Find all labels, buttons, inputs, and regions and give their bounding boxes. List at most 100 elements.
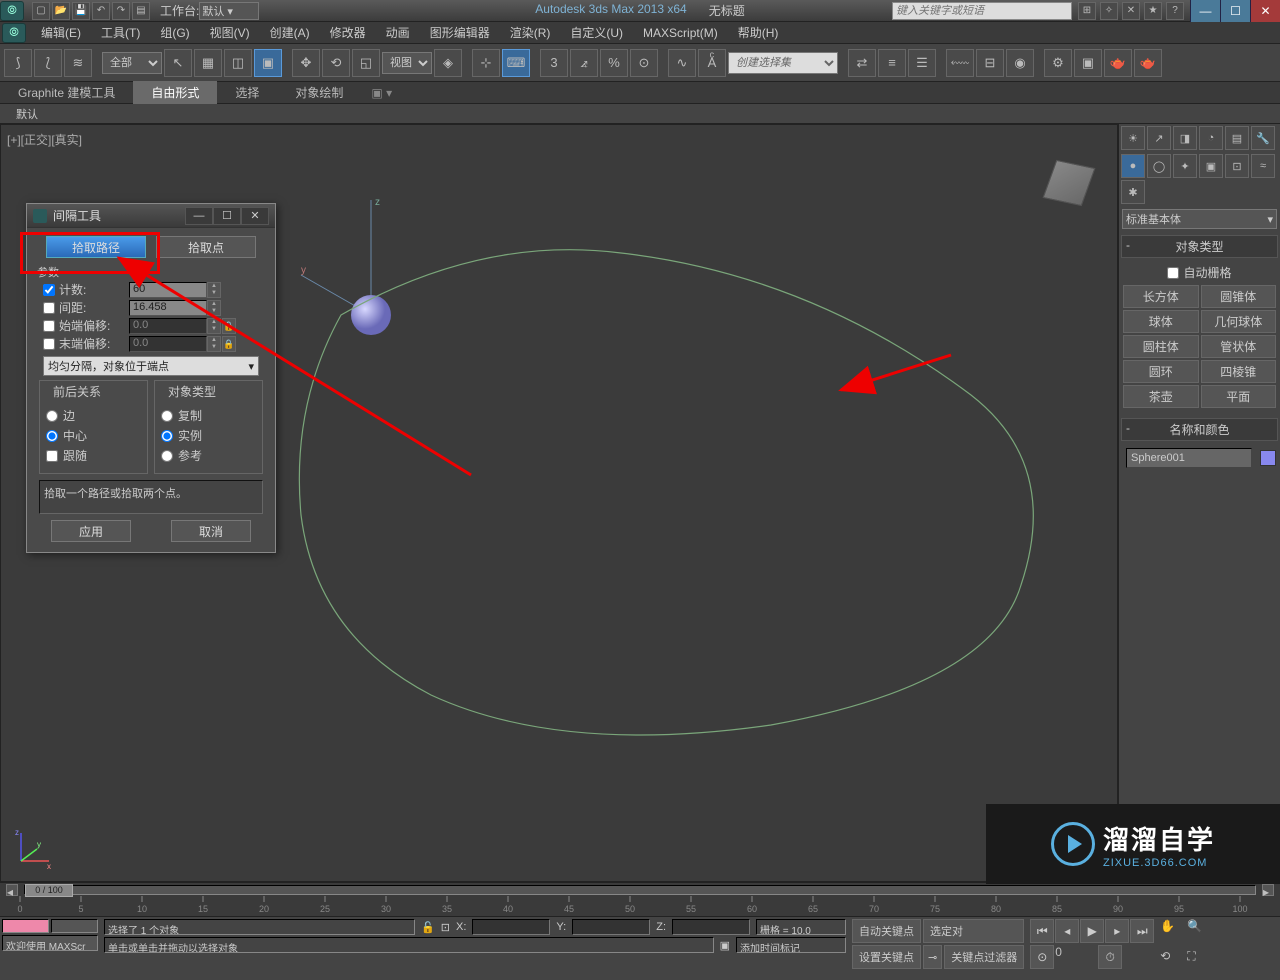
prim-cone[interactable]: 圆锥体 [1201, 285, 1277, 308]
prim-cylinder[interactable]: 圆柱体 [1123, 335, 1199, 358]
render-icon[interactable]: 🫖 [1104, 49, 1132, 77]
spacing-spinner[interactable]: ▲▼ [207, 300, 221, 316]
count-input[interactable]: 60 [129, 282, 207, 298]
apply-button[interactable]: 应用 [51, 520, 131, 542]
material-icon[interactable]: ◉ [1006, 49, 1034, 77]
lock-icon[interactable]: 🔓 [421, 921, 435, 934]
prim-sphere[interactable]: 球体 [1123, 310, 1199, 333]
rotate-icon[interactable]: ⟲ [322, 49, 350, 77]
percent-snap-icon[interactable]: % [600, 49, 628, 77]
bind-icon[interactable]: ≋ [64, 49, 92, 77]
app-menu-icon[interactable]: ⦾ [2, 23, 26, 43]
pivot-icon[interactable]: ◈ [434, 49, 462, 77]
menu-customize[interactable]: 自定义(U) [561, 22, 632, 43]
menu-tools[interactable]: 工具(T) [92, 22, 149, 43]
startoffset-checkbox[interactable] [43, 320, 55, 332]
object-name-input[interactable]: Sphere001 [1126, 448, 1252, 468]
objtype-copy-radio[interactable] [161, 410, 173, 422]
menu-help[interactable]: 帮助(H) [729, 22, 788, 43]
snap-icon[interactable]: 3 [540, 49, 568, 77]
autogrid-checkbox[interactable] [1167, 267, 1179, 279]
pick-path-button[interactable]: 拾取路径 [46, 236, 146, 258]
menu-create[interactable]: 创建(A) [261, 22, 319, 43]
render-setup-icon[interactable]: ⚙ [1044, 49, 1072, 77]
render-prod-icon[interactable]: 🫖 [1134, 49, 1162, 77]
current-frame-input[interactable]: 0 [1055, 945, 1097, 969]
infocenter-icon[interactable]: ⊞ [1078, 2, 1096, 20]
key-mode-icon[interactable]: ⊙ [1030, 945, 1054, 969]
timetag-text[interactable]: 添加时间标记 [736, 937, 846, 953]
angle-snap-icon[interactable]: ⦨ [570, 49, 598, 77]
qat-new-icon[interactable]: ▢ [32, 2, 50, 20]
sub-helpers-icon[interactable]: ⊡ [1225, 154, 1249, 178]
ribbon-tab-objectpaint[interactable]: 对象绘制 [277, 81, 361, 104]
script-mini-2[interactable] [51, 919, 98, 933]
menu-maxscript[interactable]: MAXScript(M) [634, 24, 727, 42]
prim-tube[interactable]: 管状体 [1201, 335, 1277, 358]
ribbon-tab-freeform[interactable]: 自由形式 [133, 81, 217, 104]
timeline-next-icon[interactable]: ▸ [1262, 884, 1274, 896]
refcoord-combo[interactable]: 视图 [382, 52, 432, 74]
qat-project-icon[interactable]: ▤ [132, 2, 150, 20]
menu-edit[interactable]: 编辑(E) [32, 22, 90, 43]
unlink-icon[interactable]: ⟅ [34, 49, 62, 77]
selected-filter[interactable]: 选定对 [923, 919, 1024, 943]
link-icon[interactable]: ⟆ [4, 49, 32, 77]
coord-z[interactable] [672, 919, 750, 935]
menu-animation[interactable]: 动画 [377, 22, 419, 43]
timetag-icon[interactable]: ▣ [720, 939, 730, 952]
close-button[interactable]: ✕ [1250, 0, 1280, 22]
favorites-icon[interactable]: ★ [1144, 2, 1162, 20]
exchange-icon[interactable]: ✕ [1122, 2, 1140, 20]
workspace-combo[interactable]: 默认 ▾ [199, 2, 259, 20]
menu-rendering[interactable]: 渲染(R) [501, 22, 560, 43]
menu-grapheditors[interactable]: 图形编辑器 [421, 22, 499, 43]
endoffset-spinner[interactable]: ▲▼ [207, 336, 221, 352]
pick-points-button[interactable]: 拾取点 [156, 236, 256, 258]
time-ruler[interactable]: 0510152025303540455055606570758085909510… [0, 896, 1280, 916]
autokey-button[interactable]: 自动关键点 [852, 919, 921, 943]
coord-y[interactable] [572, 919, 650, 935]
prev-frame-icon[interactable]: ◂ [1055, 919, 1079, 943]
dialog-maximize-button[interactable]: ☐ [213, 207, 241, 225]
named-selection-combo[interactable]: 创建选择集 [728, 52, 838, 74]
mirror-icon[interactable]: ⇄ [848, 49, 876, 77]
ribbon-tab-graphite[interactable]: Graphite 建模工具 [0, 81, 133, 104]
ribbon-tab-selection[interactable]: 选择 [217, 81, 277, 104]
qat-redo-icon[interactable]: ↷ [112, 2, 130, 20]
tab-motion-icon[interactable]: ◔ [1199, 126, 1223, 150]
search-input[interactable] [892, 2, 1072, 20]
app-icon[interactable]: ⦾ [0, 1, 24, 21]
keyfilter-button[interactable]: 关键点过滤器 [944, 945, 1024, 969]
dialog-titlebar[interactable]: 间隔工具 — ☐ ✕ [27, 204, 275, 228]
sub-cameras-icon[interactable]: ▣ [1199, 154, 1223, 178]
tab-utilities-icon[interactable]: 🔧 [1251, 126, 1275, 150]
nav-pan-icon[interactable]: ✋ [1160, 919, 1186, 945]
goto-end-icon[interactable]: ⏭ [1130, 919, 1154, 943]
goto-start-icon[interactable]: ⏮ [1030, 919, 1054, 943]
startoffset-lock-icon[interactable]: 🔒 [222, 318, 236, 334]
scale-icon[interactable]: ◱ [352, 49, 380, 77]
keyboard-shortcut-icon[interactable]: ⌨ [502, 49, 530, 77]
spacing-input[interactable]: 16.458 [129, 300, 207, 316]
startoffset-spinner[interactable]: ▲▼ [207, 318, 221, 334]
tab-display-icon[interactable]: ▤ [1225, 126, 1249, 150]
maximize-button[interactable]: ☐ [1220, 0, 1250, 22]
prim-plane[interactable]: 平面 [1201, 385, 1277, 408]
prim-teapot[interactable]: 茶壶 [1123, 385, 1199, 408]
play-icon[interactable]: ▶ [1080, 919, 1104, 943]
script-mini-1[interactable] [2, 919, 49, 933]
subribbon-default[interactable]: 默认 [6, 105, 48, 123]
tab-create-icon[interactable]: ☀ [1121, 126, 1145, 150]
object-color-swatch[interactable] [1260, 450, 1276, 466]
tab-modify-icon[interactable]: ↗ [1147, 126, 1171, 150]
select-icon[interactable]: ↖ [164, 49, 192, 77]
category-combo[interactable]: 标准基本体▾ [1122, 209, 1277, 229]
setkey-button[interactable]: 设置关键点 [852, 945, 921, 969]
follow-checkbox[interactable] [46, 450, 58, 462]
context-edge-radio[interactable] [46, 410, 58, 422]
context-center-radio[interactable] [46, 430, 58, 442]
menu-group[interactable]: 组(G) [151, 22, 198, 43]
endoffset-lock-icon[interactable]: 🔒 [222, 336, 236, 352]
sub-shapes-icon[interactable]: ◯ [1147, 154, 1171, 178]
